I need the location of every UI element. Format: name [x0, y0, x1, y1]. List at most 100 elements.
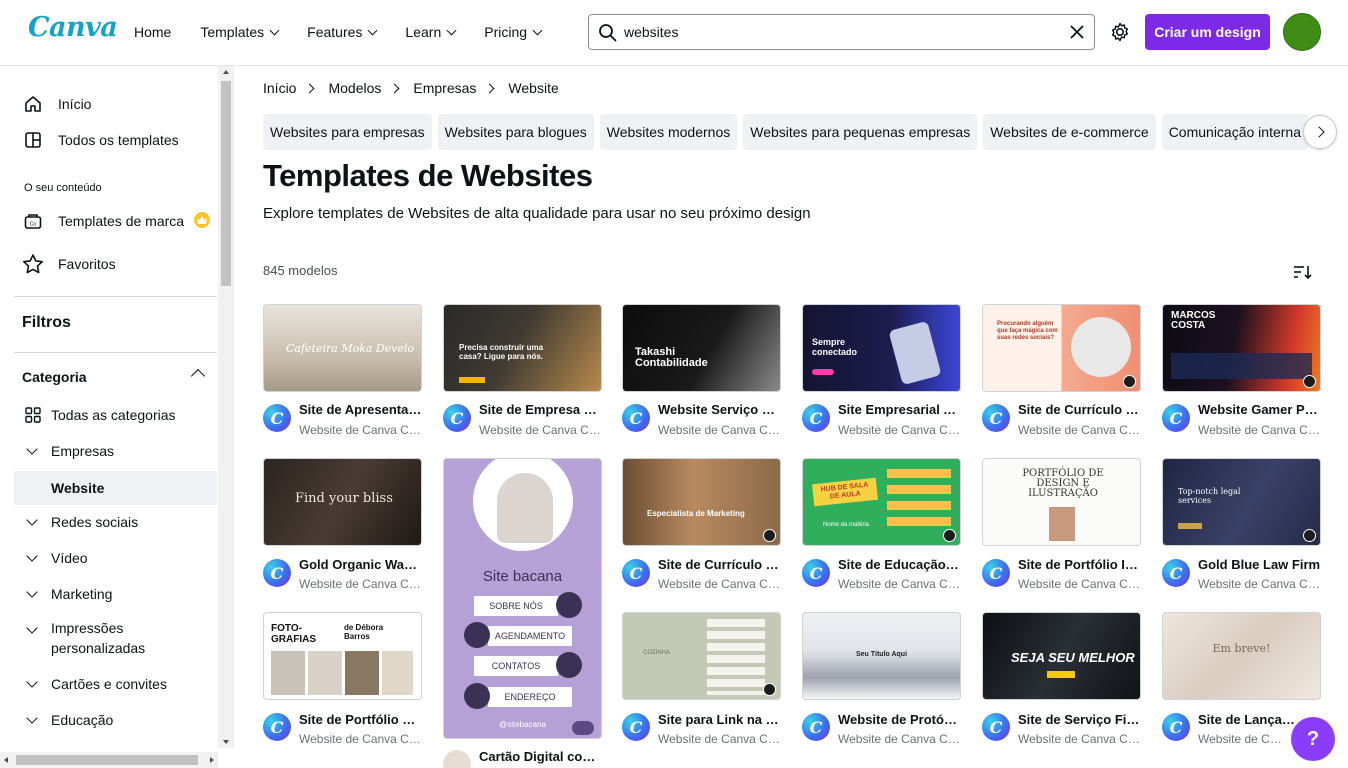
avatar[interactable] [1283, 13, 1321, 51]
template-thumbnail[interactable]: Top-notch legal services [1162, 458, 1321, 546]
card-author[interactable]: Website de Canva Creative Studio [1198, 577, 1321, 591]
sidebar-item-all-templates[interactable]: Todos os templates [22, 130, 179, 150]
template-thumbnail[interactable]: COZINHA [622, 612, 781, 700]
chip[interactable]: Comunicação interna [1161, 114, 1308, 150]
search-input[interactable] [624, 22, 1044, 42]
sort-icon[interactable] [1293, 264, 1313, 280]
card-title[interactable]: Site de Currículo Social Media [1018, 402, 1141, 417]
template-thumbnail[interactable]: HUB DE SALA DE AULA Nome da matéria [802, 458, 961, 546]
card-author[interactable]: Website de Canva Creative Studio [658, 423, 781, 437]
template-thumbnail[interactable]: Precisa construir uma casa? Ligue para n… [443, 304, 602, 392]
create-design-button[interactable]: Criar um design [1145, 14, 1270, 50]
card-author[interactable]: Website de Canva Creative Studio [299, 423, 422, 437]
card-title[interactable]: Gold Blue Law Firm [1198, 557, 1321, 572]
card-author[interactable]: Website de Canva Creative Studio [299, 577, 422, 591]
canva-logo[interactable]: Canva [28, 12, 118, 43]
sidebar-item-favorites[interactable]: Favoritos [22, 254, 116, 274]
category-website[interactable]: Website [14, 471, 217, 505]
nav-pricing[interactable]: Pricing [484, 22, 543, 42]
nav-templates[interactable]: Templates [200, 22, 280, 42]
template-thumbnail[interactable]: SEJA SEU MELHOR [982, 612, 1141, 700]
category-empresas[interactable]: Empresas [14, 435, 217, 467]
card-title[interactable]: Gold Organic Warm Spa [299, 557, 422, 572]
category-impressoes[interactable]: Impressões personalizadas [14, 618, 217, 662]
breadcrumb-empresas[interactable]: Empresas [413, 80, 476, 96]
card-title[interactable]: Site de Portfólio Fotografia [299, 712, 422, 727]
card-title[interactable]: Website de Protótipo [838, 712, 961, 727]
scrollbar-thumb[interactable] [16, 755, 198, 765]
card-title[interactable]: Site Empresarial App [838, 402, 961, 417]
card-author[interactable]: Website de Canva Creative Studio [838, 732, 961, 746]
category-redes-sociais[interactable]: Redes sociais [14, 506, 217, 538]
breadcrumb-inicio[interactable]: Início [263, 80, 296, 96]
template-thumbnail[interactable]: Site bacana SOBRE NÓS AGENDAMENTO CONTAT… [443, 458, 602, 739]
sidebar-scrollbar[interactable] [218, 66, 234, 748]
template-thumbnail[interactable]: FOTO-GRAFIAS de Débora Barros [263, 612, 422, 700]
help-button[interactable]: ? [1291, 717, 1335, 761]
card-author[interactable]: Website de Canva Creative Studio [299, 732, 422, 746]
card-title[interactable]: Website Serviço de Contabilidade [658, 402, 781, 417]
chevron-down-icon [367, 25, 378, 35]
chip[interactable]: Websites para pequenas empresas [743, 114, 978, 150]
template-thumbnail[interactable]: PORTFÓLIO DE DESIGN E ILUSTRAÇÃO [982, 458, 1141, 546]
template-thumbnail[interactable]: Cafeteira Moka Develo [263, 304, 422, 392]
scroll-left-arrow[interactable] [4, 757, 8, 763]
template-thumbnail[interactable]: Em breve! [1162, 612, 1321, 700]
template-thumbnail[interactable]: Takashi Contabilidade [622, 304, 781, 392]
card-author[interactable]: Website de Canva Creative Studio [658, 577, 781, 591]
chip[interactable]: Websites para blogues [437, 114, 594, 150]
card-author[interactable]: Website de Canva Creative Studio [838, 423, 961, 437]
gear-icon[interactable] [1109, 21, 1131, 43]
card-author[interactable]: Website de Canva Creative Studio [1198, 732, 1288, 746]
card-author[interactable]: Website de Canva Creative Studio [1018, 577, 1141, 591]
sidebar-item-brand-templates[interactable]: Co Templates de marca [22, 211, 184, 231]
category-cartoes[interactable]: Cartões e convites [14, 668, 217, 700]
category-all[interactable]: Todas as categorias [14, 399, 217, 431]
card-title[interactable]: Site de Apresentação [299, 402, 422, 417]
scroll-up-arrow[interactable] [223, 70, 229, 74]
template-thumbnail[interactable]: MARCOS COSTA [1162, 304, 1321, 392]
card-title[interactable]: Cartão Digital com Links [479, 749, 602, 764]
nav-home[interactable]: Home [134, 22, 171, 42]
card-title[interactable]: Site de Serviço Fitness [1018, 712, 1141, 727]
sidebar-item-label: Templates de marca [58, 213, 185, 229]
template-thumbnail[interactable]: Sempre conectado [802, 304, 961, 392]
card-title[interactable]: Site para Link na Bio [658, 712, 781, 727]
card-author[interactable]: Website de Canva Creative Studio [1018, 423, 1141, 437]
template-thumbnail[interactable]: Find your bliss [263, 458, 422, 546]
card-title[interactable]: Site de Empresa Construção [479, 402, 602, 417]
card-author[interactable]: Website de Canva Creative Studio [1198, 423, 1321, 437]
breadcrumb-modelos[interactable]: Modelos [328, 80, 381, 96]
chevron-down-icon [26, 586, 38, 598]
nav-features[interactable]: Features [307, 22, 378, 42]
card-title[interactable]: Website Gamer Pessoal [1198, 402, 1321, 417]
close-icon[interactable] [1069, 24, 1085, 40]
card-title[interactable]: Site de Lançamento [1198, 712, 1298, 727]
chip[interactable]: Websites de e-commerce [983, 114, 1156, 150]
chip[interactable]: Websites modernos [599, 114, 738, 150]
thumb-link-icon [464, 622, 490, 648]
template-thumbnail[interactable]: Especialista de Marketing [622, 458, 781, 546]
scroll-right-arrow[interactable] [210, 757, 214, 763]
category-marketing[interactable]: Marketing [14, 578, 217, 610]
chevron-up-icon[interactable] [190, 368, 206, 384]
card-author[interactable]: Website de Canva Creative Studio [479, 423, 602, 437]
card-title[interactable]: Site de Currículo Marketing [658, 557, 781, 572]
template-thumbnail[interactable]: Seu Título Aqui [802, 612, 961, 700]
horizontal-scrollbar[interactable] [0, 752, 218, 768]
category-video[interactable]: Vídeo [14, 542, 217, 574]
card-title[interactable]: Site de Portfólio Ilustração [1018, 557, 1141, 572]
category-educacao[interactable]: Educação [14, 704, 217, 736]
thumb-text: Find your bliss [295, 491, 393, 506]
card-author[interactable]: Website de Canva Creative Studio [658, 732, 781, 746]
nav-learn[interactable]: Learn [405, 22, 457, 42]
chip[interactable]: Websites para empresas [263, 114, 432, 150]
card-title[interactable]: Site de Educação Sala de Aula [838, 557, 961, 572]
chips-next-button[interactable] [1303, 115, 1337, 149]
card-author[interactable]: Website de Canva Creative Studio [838, 577, 961, 591]
card-author[interactable]: Website de Canva Creative Studio [1018, 732, 1141, 746]
scroll-down-arrow[interactable] [223, 740, 229, 744]
sidebar-item-home[interactable]: Início [22, 94, 91, 114]
scrollbar-thumb[interactable] [221, 81, 231, 286]
template-thumbnail[interactable]: Procurando alguém que faça mágica com su… [982, 304, 1141, 392]
